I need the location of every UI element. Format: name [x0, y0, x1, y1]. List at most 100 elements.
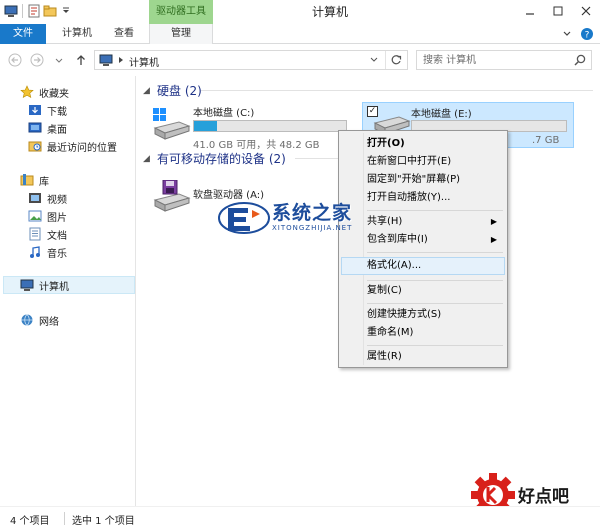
search-icon[interactable] — [573, 53, 587, 67]
ribbon-right-controls: ? — [562, 27, 594, 44]
nav-item-computer[interactable]: 计算机 — [3, 276, 135, 294]
new-folder-icon[interactable] — [43, 4, 57, 18]
drive-space-info: .7 GB — [532, 135, 560, 146]
libraries-icon — [20, 173, 34, 187]
breadcrumb-separator-icon[interactable] — [116, 54, 126, 69]
group-header-hard-drives[interactable]: ◢ 硬盘 (2) — [143, 82, 202, 99]
nav-item-pictures[interactable]: 图片 — [28, 208, 67, 224]
menu-item-label: 固定到"开始"屏幕(P) — [367, 174, 461, 185]
collapse-chevron-icon[interactable]: ◢ — [143, 154, 153, 164]
tab-computer[interactable]: 计算机 — [54, 24, 100, 44]
computer-icon — [20, 278, 34, 292]
downloads-folder-icon — [28, 103, 42, 117]
expand-ribbon-chevron-icon[interactable] — [562, 29, 572, 42]
customize-toolbar-chevron-icon[interactable] — [59, 4, 73, 18]
menu-separator — [367, 303, 503, 304]
minimize-button[interactable] — [516, 0, 544, 22]
music-icon — [28, 245, 42, 259]
nav-item-label: 收藏夹 — [39, 88, 69, 100]
nav-item-label: 视频 — [47, 194, 67, 206]
title-bar: 驱动器工具 计算机 — [0, 0, 600, 24]
menu-item-label: 打开(O) — [367, 138, 405, 149]
drive-usage-fill — [194, 121, 217, 131]
menu-separator — [367, 210, 503, 211]
forward-arrow-icon[interactable] — [30, 53, 44, 67]
tab-view[interactable]: 查看 — [104, 24, 144, 44]
menu-item-create-shortcut[interactable]: 创建快捷方式(S) — [341, 306, 505, 324]
nav-item-label: 图片 — [47, 212, 67, 224]
toolbar-divider — [22, 4, 23, 18]
nav-item-music[interactable]: 音乐 — [28, 244, 67, 260]
nav-item-libraries[interactable]: 库 — [20, 172, 49, 188]
menu-separator — [367, 345, 503, 346]
nav-item-favorites[interactable]: 收藏夹 — [20, 84, 69, 100]
nav-item-label: 库 — [39, 176, 49, 188]
drive-space-info: 41.0 GB 可用，共 48.2 GB — [193, 140, 320, 151]
menu-item-open[interactable]: 打开(O) — [341, 135, 505, 153]
tab-file[interactable]: 文件 — [0, 24, 46, 44]
group-header-removable-storage[interactable]: ◢ 有可移动存储的设备 (2) — [143, 150, 286, 167]
quick-access-toolbar — [4, 4, 73, 20]
nav-item-network[interactable]: 网络 — [20, 312, 59, 328]
contextual-tab-group-label: 驱动器工具 — [156, 6, 206, 17]
breadcrumb-computer[interactable]: 计算机 — [129, 54, 159, 69]
navigation-pane: 收藏夹 下载 桌面 最近访问的位置 库 视频 图片 文档 音乐 计算机 网络 — [0, 76, 136, 506]
star-icon — [20, 85, 34, 99]
help-icon[interactable]: ? — [580, 27, 594, 44]
svg-text:?: ? — [585, 31, 590, 41]
menu-separator — [367, 280, 503, 281]
drive-usage-bar — [193, 120, 347, 132]
menu-item-copy[interactable]: 复制(C) — [341, 282, 505, 300]
search-input[interactable] — [423, 53, 563, 67]
nav-item-label: 网络 — [39, 316, 59, 328]
nav-item-downloads[interactable]: 下载 — [28, 102, 67, 118]
refresh-icon[interactable] — [385, 51, 405, 69]
computer-icon — [99, 53, 113, 70]
menu-item-open-new-window[interactable]: 在新窗口中打开(E) — [341, 153, 505, 171]
address-row: 计算机 — [0, 45, 600, 75]
network-icon — [20, 313, 34, 327]
maximize-button[interactable] — [544, 0, 572, 22]
watermark-text: 好点吧 — [518, 487, 569, 507]
nav-item-documents[interactable]: 文档 — [28, 226, 67, 242]
pictures-icon — [28, 209, 42, 223]
address-bar[interactable]: 计算机 — [94, 50, 408, 70]
nav-item-label: 音乐 — [47, 248, 67, 260]
watermark-text: 系统之家 — [272, 202, 353, 224]
computer-icon[interactable] — [4, 4, 18, 18]
menu-separator — [367, 252, 503, 253]
videos-icon — [28, 191, 42, 205]
status-selected-count: 选中 1 个项目 — [72, 516, 135, 527]
recent-places-icon — [28, 139, 42, 153]
menu-item-label: 重命名(M) — [367, 327, 414, 338]
menu-item-pin-to-start[interactable]: 固定到"开始"屏幕(P) — [341, 171, 505, 189]
up-arrow-icon[interactable] — [74, 53, 88, 67]
drive-c[interactable]: 本地磁盘 (C:) 41.0 GB 可用，共 48.2 GB — [151, 100, 355, 152]
menu-item-label: 复制(C) — [367, 285, 402, 296]
status-item-count: 4 个项目 — [10, 516, 50, 527]
address-history-chevron-icon[interactable] — [365, 51, 383, 69]
menu-item-label: 在新窗口中打开(E) — [367, 156, 452, 167]
nav-item-desktop[interactable]: 桌面 — [28, 120, 67, 136]
desktop-folder-icon — [28, 121, 42, 135]
ribbon-tabs: 文件 计算机 查看 管理 ? — [0, 24, 600, 44]
search-box[interactable] — [416, 50, 592, 70]
nav-item-recent-places[interactable]: 最近访问的位置 — [28, 138, 117, 154]
tab-manage[interactable]: 管理 — [149, 24, 213, 44]
menu-item-label: 打开自动播放(Y)... — [367, 192, 451, 203]
menu-item-rename[interactable]: 重命名(M) — [341, 324, 505, 342]
nav-item-label: 下载 — [47, 106, 67, 118]
menu-item-format[interactable]: 格式化(A)... — [341, 257, 505, 275]
group-title: 硬盘 (2) — [157, 84, 202, 98]
status-divider — [64, 512, 65, 525]
submenu-arrow-icon: ▶ — [490, 235, 497, 244]
nav-item-videos[interactable]: 视频 — [28, 190, 67, 206]
close-button[interactable] — [572, 0, 600, 22]
recent-locations-chevron-icon[interactable] — [52, 53, 66, 67]
properties-icon[interactable] — [27, 4, 41, 18]
nav-item-label: 桌面 — [47, 124, 67, 136]
collapse-chevron-icon[interactable]: ◢ — [143, 86, 153, 96]
back-arrow-icon[interactable] — [8, 53, 22, 67]
menu-item-label: 属性(R) — [367, 351, 402, 362]
menu-item-properties[interactable]: 属性(R) — [341, 348, 505, 366]
